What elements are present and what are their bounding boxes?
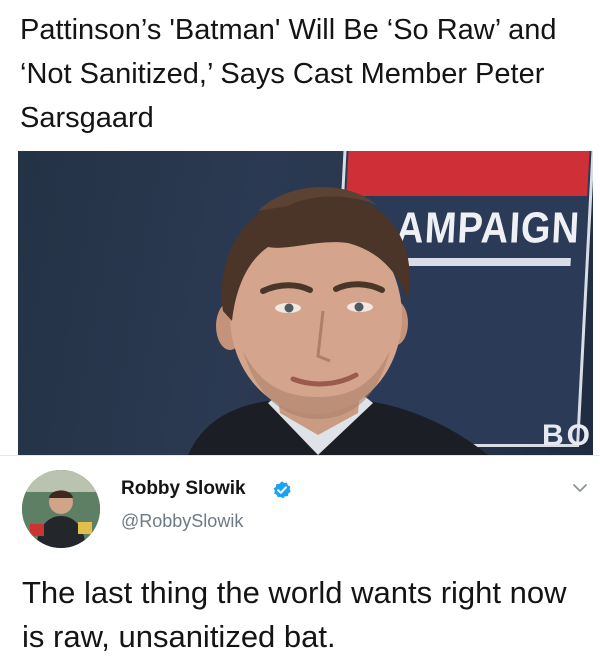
tweet-author-name[interactable]: Robby Slowik [121, 478, 246, 500]
avatar-image [22, 470, 100, 548]
chevron-down-icon[interactable] [572, 482, 588, 494]
portrait-figure [188, 187, 488, 455]
divider [0, 455, 600, 456]
avatar[interactable] [22, 470, 100, 548]
article-photo[interactable]: AMPAIGN BO [18, 151, 593, 455]
backdrop-corner-text: BO [542, 419, 593, 452]
tweet-text: The last thing the world wants right now… [22, 575, 567, 654]
article-headline[interactable]: Pattinson’s 'Batman' Will Be ‘So Raw’ an… [20, 8, 585, 140]
tweet-author-handle[interactable]: @RobbySlowik [121, 511, 243, 532]
verified-badge-icon [273, 481, 291, 499]
